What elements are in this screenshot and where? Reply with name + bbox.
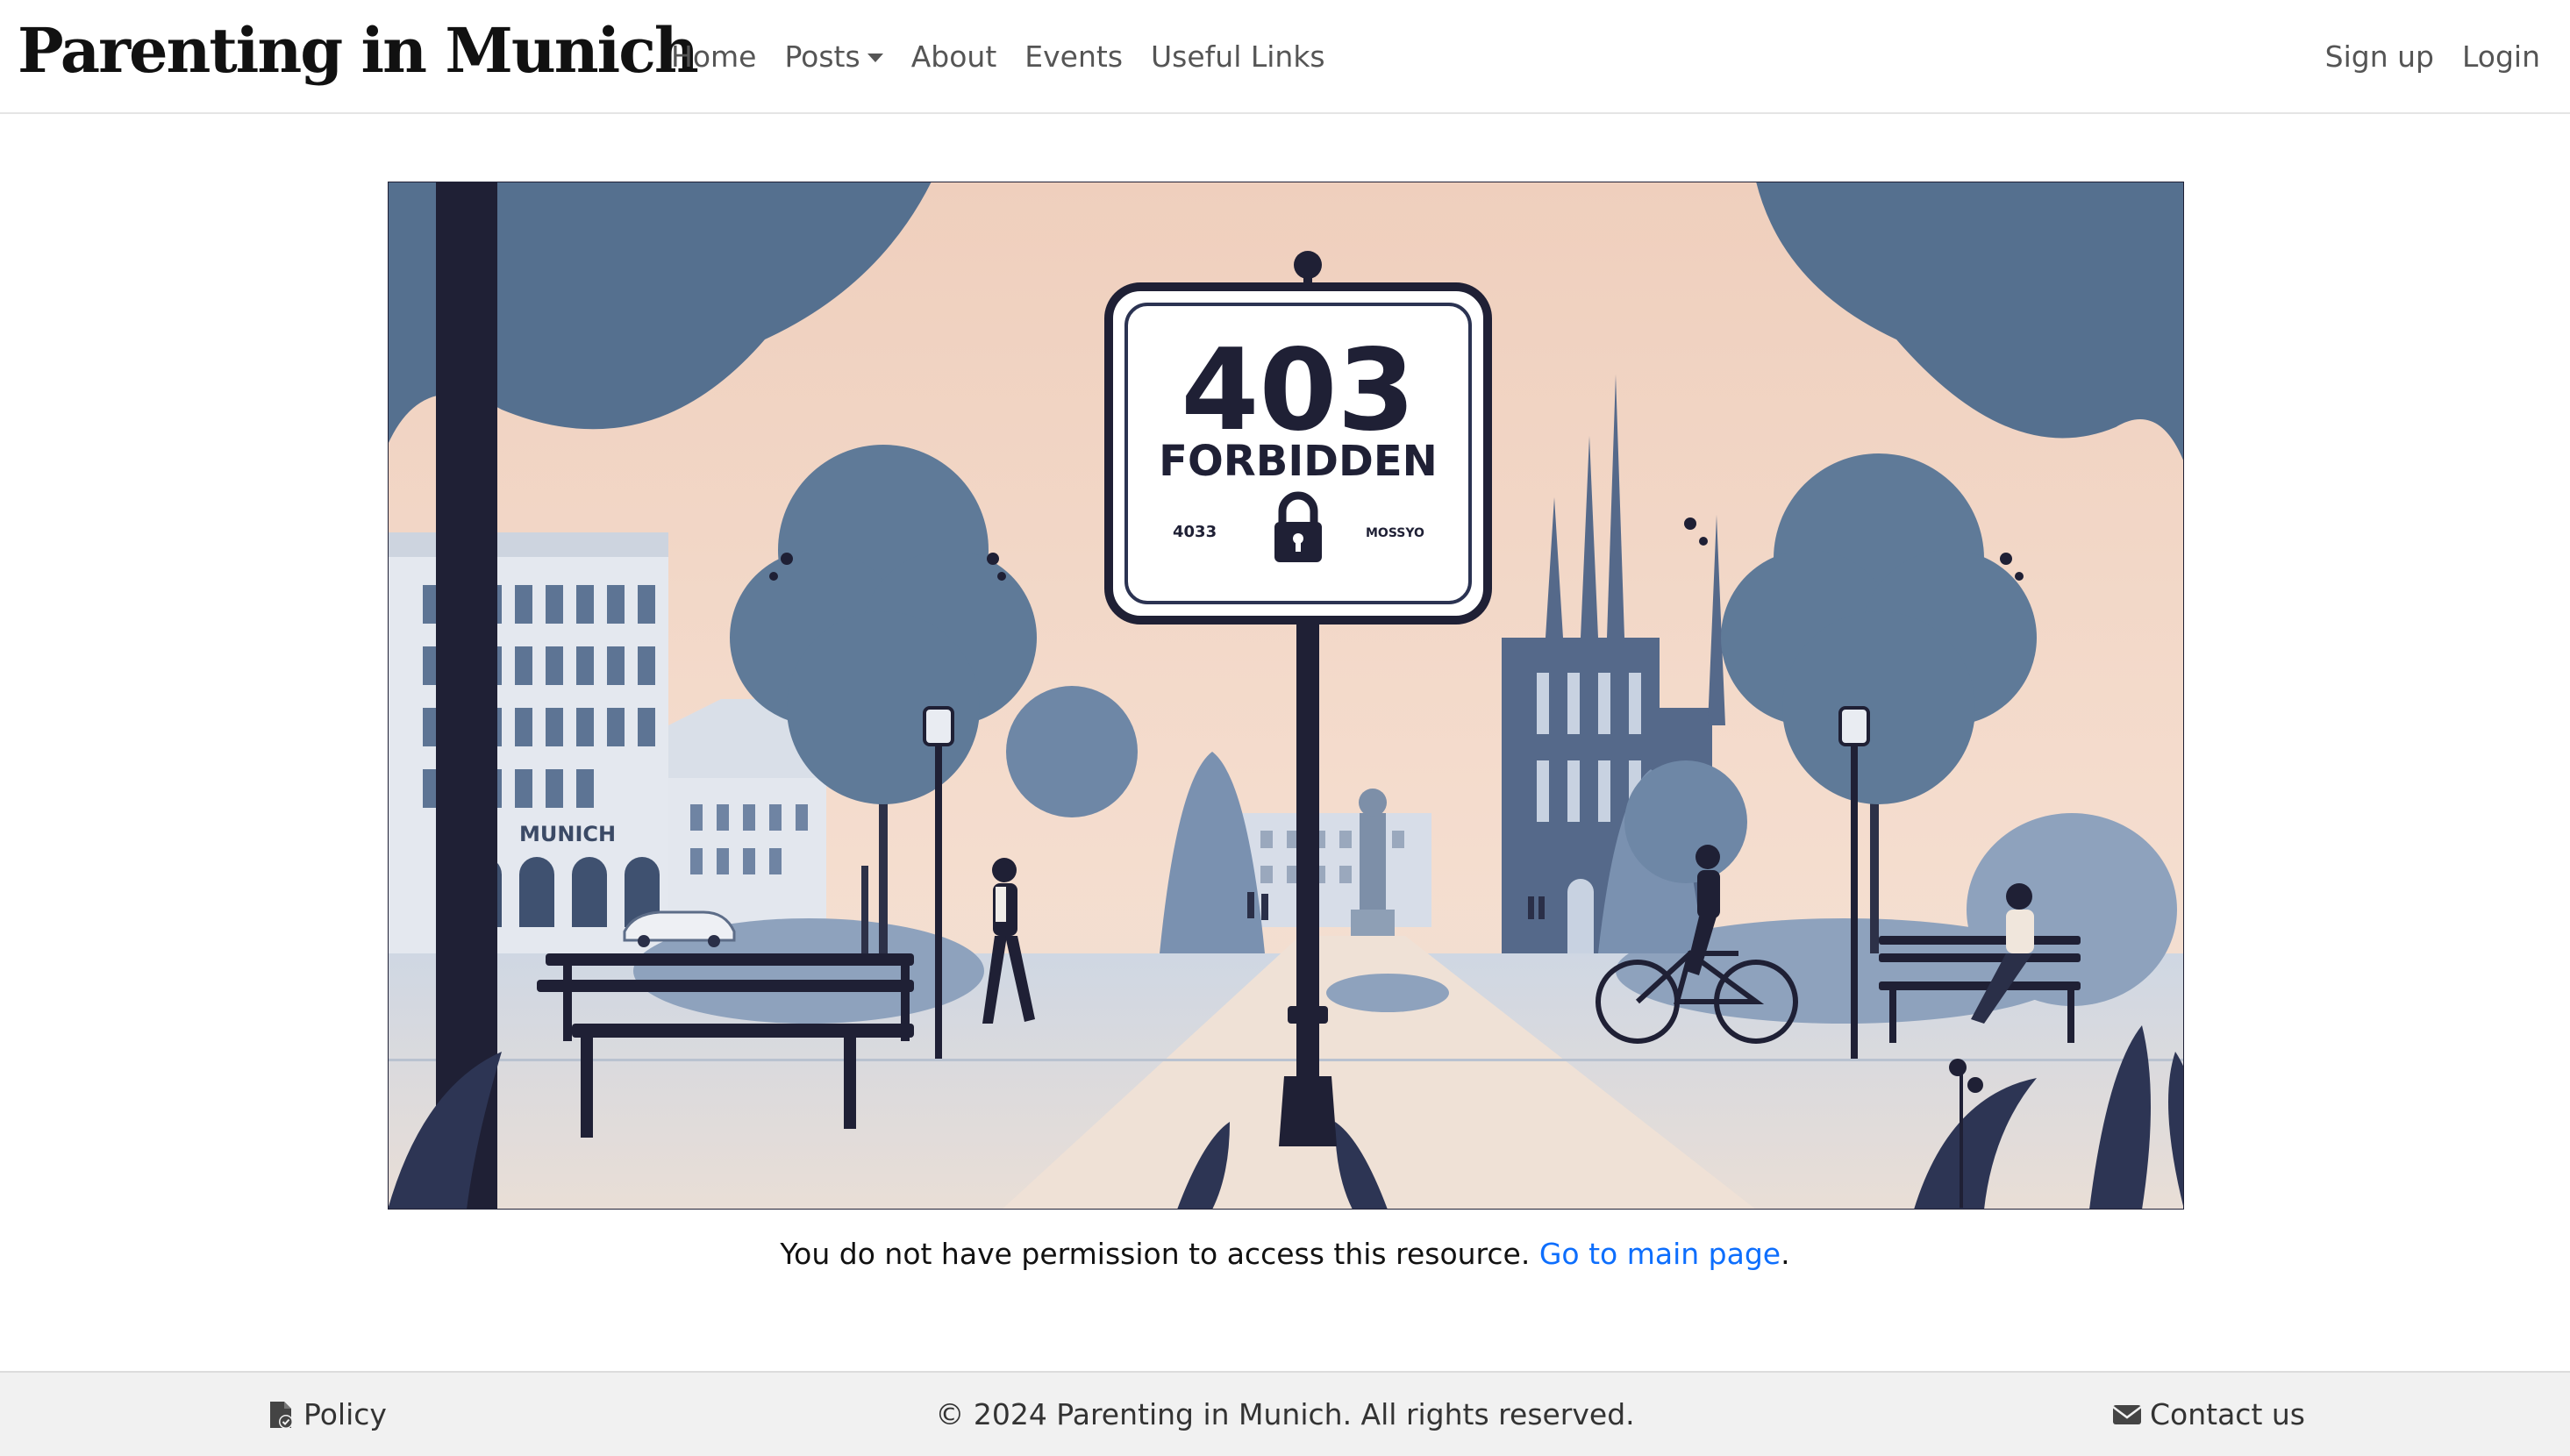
nav-signup[interactable]: Sign up <box>2311 39 2448 74</box>
footer-contact-label: Contact us <box>2150 1397 2305 1431</box>
forbidden-message: You do not have permission to access thi… <box>0 1237 2570 1271</box>
nav-auth: Sign up Login <box>2311 0 2540 112</box>
footer-policy-link[interactable]: Policy <box>265 1373 387 1456</box>
building-sign-text: MUNICH <box>519 822 616 846</box>
envelope-icon <box>2112 1404 2142 1424</box>
message-text: You do not have permission to access thi… <box>780 1237 1531 1271</box>
go-to-main-page-link[interactable]: Go to main page <box>1539 1237 1781 1271</box>
nav-login[interactable]: Login <box>2448 39 2540 74</box>
nav-events[interactable]: Events <box>1010 39 1137 74</box>
sign-forbidden-text: FORBIDDEN <box>1159 437 1438 486</box>
caret-down-icon <box>867 54 883 62</box>
navbar: Parenting in Munich Home Posts About Eve… <box>0 0 2570 114</box>
brand-logo[interactable]: Parenting in Munich <box>18 7 699 95</box>
nav-useful-links[interactable]: Useful Links <box>1137 39 1339 74</box>
nav-about[interactable]: About <box>897 39 1011 74</box>
forbidden-illustration: MUNICH 403 FORBIDDEN 4033 MOSSYO <box>388 182 2184 1210</box>
footer: © 2024 Parenting in Munich. All rights r… <box>0 1371 2570 1456</box>
policy-document-icon <box>270 1401 293 1429</box>
nav-home[interactable]: Home <box>671 39 770 74</box>
footer-policy-label: Policy <box>303 1397 387 1431</box>
sign-small-left-text: 4033 <box>1173 523 1217 541</box>
nav-links: Home Posts About Events Useful Links <box>671 0 1339 112</box>
footer-contact-link[interactable]: Contact us <box>2111 1373 2305 1456</box>
message-end: . <box>1781 1237 1790 1271</box>
nav-posts-dropdown[interactable]: Posts <box>770 39 896 74</box>
copyright-text: © 2024 Parenting in Munich. All rights r… <box>935 1397 1635 1431</box>
sign-small-right-text: MOSSYO <box>1366 526 1424 540</box>
nav-posts-label: Posts <box>784 39 860 74</box>
